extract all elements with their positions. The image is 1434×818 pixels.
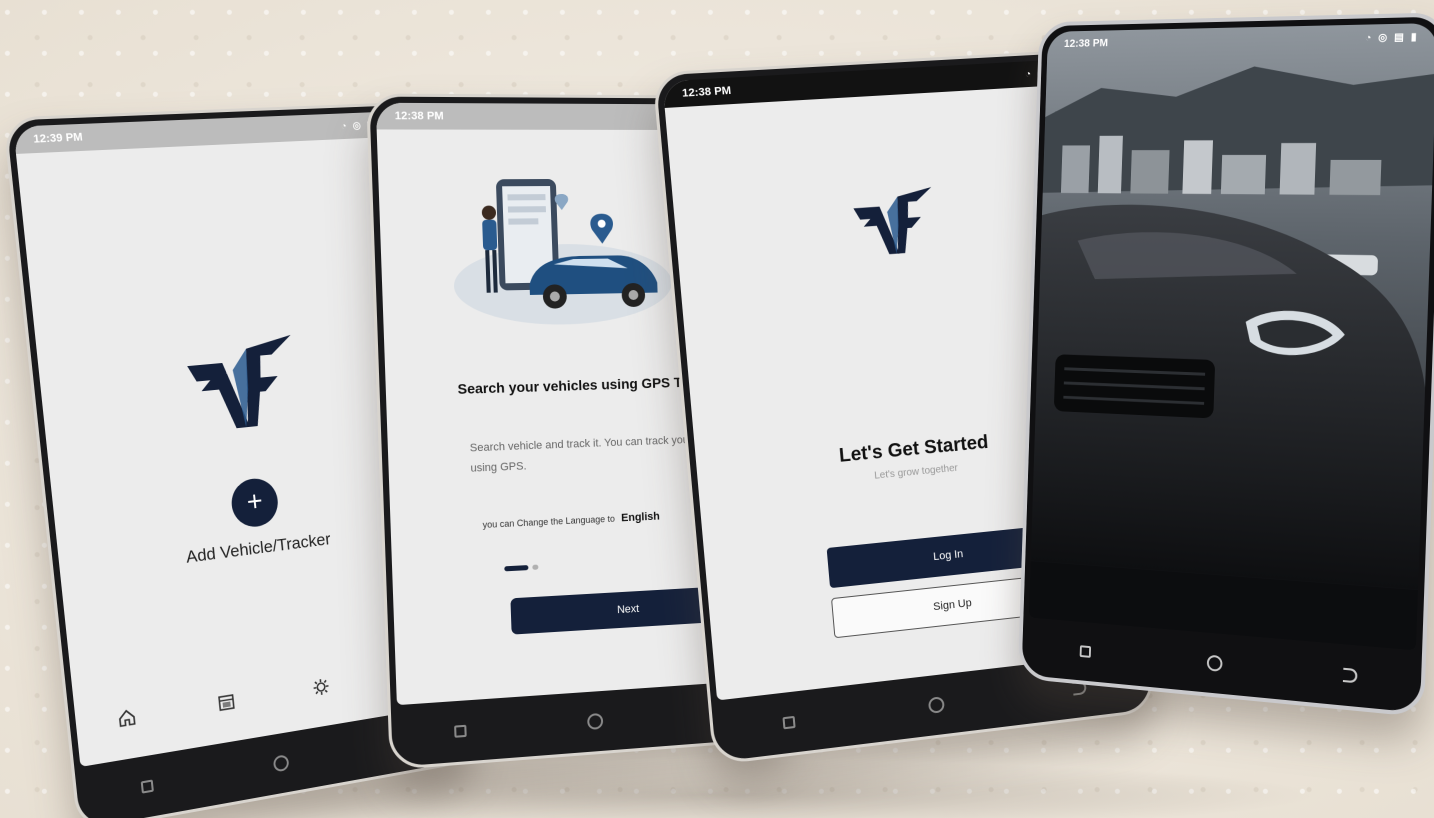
status-time: 12:38 PM — [1063, 37, 1109, 50]
calendar-icon[interactable] — [212, 687, 240, 717]
language-prefix: you can Change the Language to — [482, 513, 616, 530]
car-background-image — [1028, 22, 1434, 651]
status-bar: 12:38 PM ◔ ◎ ▤ ▮ — [662, 57, 1094, 108]
nav-recent-button[interactable] — [1075, 640, 1096, 663]
gear-icon[interactable] — [308, 672, 335, 701]
add-vehicle-button[interactable]: + — [229, 476, 280, 530]
page-dot — [532, 564, 539, 570]
language-selector[interactable]: English — [621, 511, 660, 525]
splash-screen: 12:38 PM ◔ ◎ ▤ ▮ — [1028, 22, 1434, 651]
status-icons: ◔ ◎ ▤ ▮ — [1364, 31, 1419, 44]
home-icon[interactable] — [113, 703, 142, 734]
nav-home-button[interactable] — [584, 710, 606, 734]
nav-home-button[interactable] — [270, 751, 293, 776]
nav-home-button[interactable] — [925, 693, 948, 717]
status-time: 12:39 PM — [32, 131, 84, 146]
nav-home-button[interactable] — [1204, 651, 1226, 675]
volume-down-button — [1032, 190, 1038, 230]
volume-up-button — [1034, 142, 1039, 182]
status-time: 12:38 PM — [681, 84, 732, 100]
app-logo — [852, 187, 937, 259]
gps-car-illustration — [440, 164, 674, 338]
page-indicator — [504, 564, 539, 572]
nav-recent-button[interactable] — [449, 719, 472, 743]
status-bar: 12:39 PM ◔ ◎ ▤ ▮ — [13, 110, 406, 154]
app-logo — [185, 334, 300, 435]
nav-recent-button[interactable] — [135, 774, 159, 800]
status-time: 12:38 PM — [394, 110, 444, 123]
nav-back-button[interactable] — [1339, 663, 1362, 687]
mockup-stage: 12:39 PM ◔ ◎ ▤ ▮ + Add Vehicle/Tracker 1… — [0, 0, 1434, 818]
page-dot-active — [504, 565, 529, 572]
phone-splash: 12:38 PM ◔ ◎ ▤ ▮ — [1017, 12, 1434, 718]
nav-recent-button[interactable] — [777, 710, 801, 735]
